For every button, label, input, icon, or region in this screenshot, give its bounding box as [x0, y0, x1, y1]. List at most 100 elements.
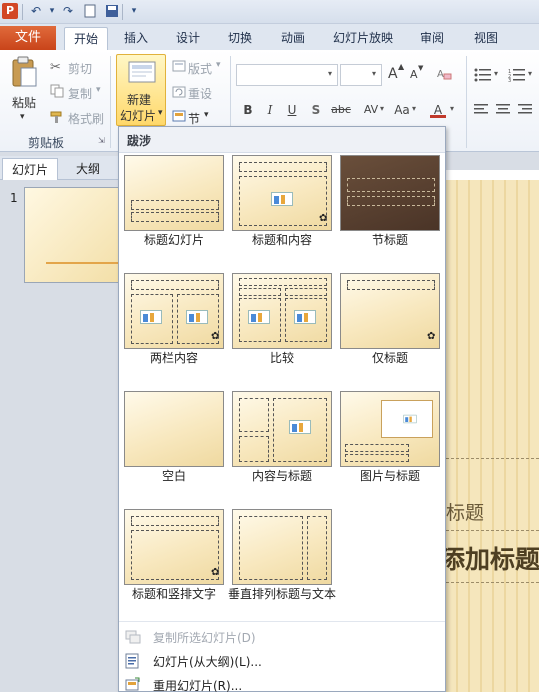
new-slide-button[interactable]: 新建 幻灯片 ▾ [116, 54, 166, 126]
tab-review[interactable]: 审阅 [412, 27, 452, 50]
character-spacing-button[interactable]: AV [360, 102, 382, 118]
svg-text:A: A [437, 69, 444, 80]
tab-file[interactable]: 文件 [0, 26, 56, 50]
bold-button[interactable]: B [240, 102, 256, 118]
tab-slides[interactable]: 幻灯片 [2, 158, 58, 180]
layout-two-content[interactable]: ✿ [124, 273, 224, 349]
change-case-button[interactable]: Aa [392, 102, 412, 118]
gallery-section-header: 跋涉 [119, 127, 445, 153]
layout-vertical-title-and-text[interactable] [232, 509, 332, 585]
layout-blank[interactable] [124, 391, 224, 467]
tab-transitions[interactable]: 切换 [220, 27, 260, 50]
strikethrough-button[interactable]: abc [330, 102, 352, 118]
title-placeholder-border [446, 458, 539, 459]
layout-label: 节标题 [371, 233, 408, 247]
numbering-icon[interactable]: 123 [508, 68, 526, 85]
tab-slideshow[interactable]: 幻灯片放映 [328, 27, 398, 50]
svg-text:3: 3 [508, 78, 511, 82]
menu-item-label: 重用幻灯片(R)... [153, 679, 243, 692]
slide-thumbnail[interactable] [24, 187, 120, 283]
align-center-icon[interactable] [496, 104, 512, 119]
cut-button[interactable]: 剪切 [68, 60, 92, 77]
scissors-icon: ✂ [50, 60, 61, 75]
redo-icon[interactable]: ↷ [60, 3, 76, 19]
clear-formatting-icon[interactable]: A [436, 66, 452, 85]
layout-title-and-content[interactable]: ✿ [232, 155, 332, 231]
new-slide-label-2: 幻灯片 [120, 109, 157, 123]
tab-view[interactable]: 视图 [466, 27, 506, 50]
paste-icon[interactable] [10, 56, 38, 90]
layout-label: 比较 [269, 351, 294, 365]
layout-label: 标题幻灯片 [143, 233, 204, 247]
separator [22, 4, 23, 20]
format-painter-button[interactable]: 格式刷 [68, 110, 104, 127]
undo-dropdown-icon[interactable]: ▾ [44, 3, 60, 19]
customize-toolbar-icon[interactable]: ▾ [126, 3, 142, 19]
dialog-launcher-icon[interactable]: ⇲ [98, 136, 105, 145]
shrink-font-button[interactable]: A [410, 68, 418, 81]
section-button[interactable]: 节 [188, 110, 200, 127]
font-name-dropdown-icon[interactable]: ▾ [328, 69, 332, 78]
layout-title-slide[interactable] [124, 155, 224, 231]
layout-comparison[interactable] [232, 273, 332, 349]
layout-title-only[interactable]: ✿ [340, 273, 440, 349]
shadow-button[interactable]: S [308, 102, 324, 118]
title-placeholder-border [446, 582, 539, 583]
tab-animations[interactable]: 动画 [272, 27, 314, 50]
font-color-button[interactable]: A [430, 102, 446, 118]
change-case-dropdown-icon[interactable]: ▾ [412, 104, 416, 113]
slide-number: 1 [10, 191, 18, 205]
tab-home[interactable]: 开始 [64, 27, 108, 51]
character-spacing-dropdown-icon[interactable]: ▾ [380, 104, 384, 113]
gallery-section-title: 跋涉 [127, 134, 152, 148]
font-size-dropdown-icon[interactable]: ▾ [372, 69, 376, 78]
layout-icon [172, 60, 186, 75]
leaf-icon: ✿ [319, 213, 328, 224]
layout-button[interactable]: 版式 [188, 60, 212, 77]
tab-design[interactable]: 设计 [168, 27, 208, 50]
tab-insert[interactable]: 插入 [116, 27, 156, 50]
font-color-dropdown-icon[interactable]: ▾ [450, 104, 454, 113]
new-document-icon[interactable] [82, 3, 98, 19]
menu-item-label: 幻灯片(从大纲)(L)... [153, 655, 262, 669]
bullets-dropdown-icon[interactable]: ▾ [494, 69, 498, 78]
title-placeholder-text[interactable]: 添加标题 [440, 540, 539, 576]
reset-button[interactable]: 重设 [188, 85, 212, 102]
layout-picture-with-caption[interactable] [340, 391, 440, 467]
leaf-icon: ✿ [427, 331, 436, 342]
align-right-icon[interactable] [518, 104, 534, 119]
save-icon[interactable] [104, 3, 120, 19]
reuse-slides-menu-item[interactable]: 重用幻灯片(R)... [119, 673, 445, 692]
menu-item-label: 复制所选幻灯片(D) [153, 631, 256, 645]
italic-button[interactable]: I [262, 102, 278, 118]
tab-outline[interactable]: 大纲 [62, 158, 114, 180]
slides-from-outline-menu-item[interactable]: 幻灯片(从大纲)(L)... [119, 649, 445, 673]
ribbon-tab-row: 文件 开始 插入 设计 切换 动画 幻灯片放映 审阅 视图 [0, 24, 539, 51]
paste-dropdown-icon[interactable]: ▾ [20, 112, 25, 122]
align-left-icon[interactable] [474, 104, 490, 119]
new-slide-dropdown-icon[interactable]: ▾ [158, 108, 163, 118]
copy-dropdown-icon[interactable]: ▾ [96, 85, 101, 95]
grow-font-button[interactable]: A [388, 66, 398, 82]
slide-canvas[interactable] [446, 170, 539, 692]
separator [122, 4, 123, 20]
leaf-icon: ✿ [211, 331, 220, 342]
subtitle-placeholder-text[interactable]: 标题 [446, 498, 484, 525]
layout-label: 标题和内容 [251, 233, 312, 247]
font-name-field[interactable] [236, 64, 338, 86]
layout-dropdown-icon[interactable]: ▾ [216, 60, 221, 70]
numbering-dropdown-icon[interactable]: ▾ [528, 69, 532, 78]
section-dropdown-icon[interactable]: ▾ [204, 110, 209, 120]
reuse-slides-icon [125, 677, 140, 691]
layout-content-with-caption[interactable] [232, 391, 332, 467]
layout-title-and-vertical-text[interactable]: ✿ [124, 509, 224, 585]
powerpoint-logo-icon[interactable]: P [2, 3, 18, 19]
paste-button[interactable]: 粘贴 [12, 94, 36, 111]
layout-section-header[interactable] [340, 155, 440, 231]
outline-slides-icon [125, 653, 139, 669]
bullets-icon[interactable] [474, 68, 492, 85]
copy-button[interactable]: 复制 [68, 85, 92, 102]
duplicate-slides-menu-item[interactable]: 复制所选幻灯片(D) [119, 625, 445, 649]
underline-button[interactable]: U [284, 102, 300, 118]
undo-icon[interactable]: ↶ [28, 3, 44, 19]
